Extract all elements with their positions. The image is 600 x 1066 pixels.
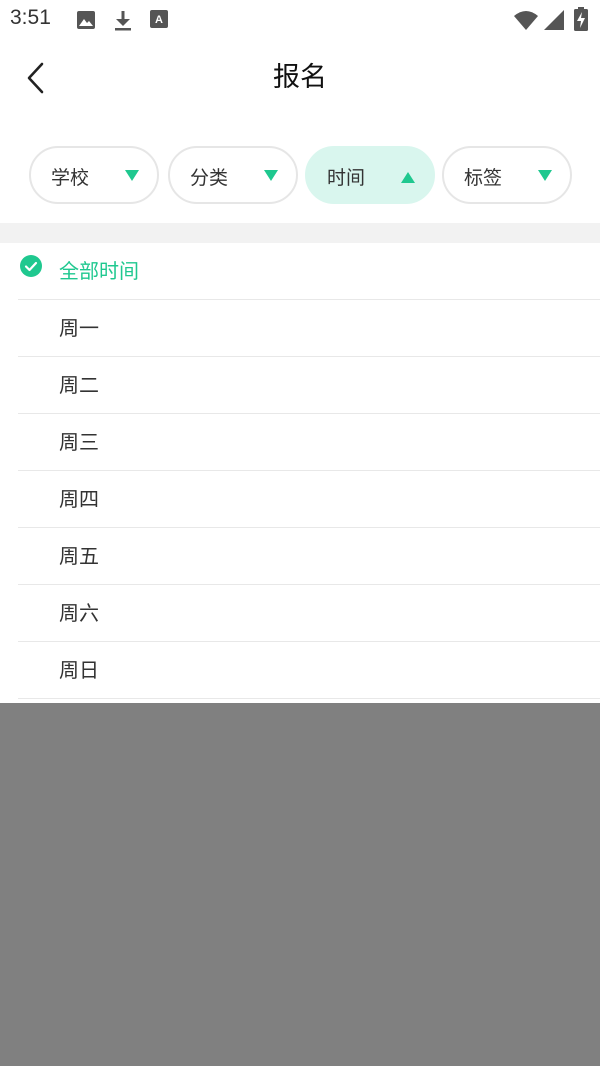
option-saturday[interactable]: 周六 bbox=[18, 585, 600, 642]
option-label: 周日 bbox=[59, 658, 99, 682]
option-tuesday[interactable]: 周二 bbox=[18, 357, 600, 414]
svg-text:A: A bbox=[155, 14, 163, 26]
filter-label: 学校 bbox=[51, 167, 90, 189]
download-icon bbox=[113, 10, 133, 36]
option-thursday[interactable]: 周四 bbox=[18, 471, 600, 528]
option-monday[interactable]: 周一 bbox=[18, 300, 600, 357]
header: 报名 bbox=[0, 40, 600, 118]
wifi-icon bbox=[513, 9, 539, 35]
option-label: 周五 bbox=[59, 544, 99, 568]
time-options-list: 全部时间 周一 周二 周三 周四 周五 周六 周日 bbox=[0, 243, 600, 699]
filter-category[interactable]: 分类 bbox=[168, 146, 298, 204]
page-title: 报名 bbox=[273, 62, 327, 93]
battery-charging-icon bbox=[574, 7, 588, 35]
option-sunday[interactable]: 周日 bbox=[18, 642, 600, 699]
option-label: 周六 bbox=[59, 601, 99, 625]
status-bar: 3:51 A bbox=[0, 0, 600, 40]
option-label: 全部时间 bbox=[59, 259, 139, 283]
check-circle-icon bbox=[20, 255, 42, 277]
option-wednesday[interactable]: 周三 bbox=[18, 414, 600, 471]
option-label: 周一 bbox=[59, 316, 99, 340]
option-all-time[interactable]: 全部时间 bbox=[18, 243, 600, 300]
option-friday[interactable]: 周五 bbox=[18, 528, 600, 585]
option-label: 周二 bbox=[59, 373, 99, 397]
filter-label: 时间 bbox=[327, 167, 366, 189]
triangle-up-icon bbox=[401, 172, 415, 183]
dim-overlay[interactable] bbox=[0, 703, 600, 1066]
filter-tag[interactable]: 标签 bbox=[442, 146, 572, 204]
triangle-down-icon bbox=[264, 170, 278, 181]
filter-school[interactable]: 学校 bbox=[29, 146, 159, 204]
option-label: 周四 bbox=[59, 487, 99, 511]
filter-label: 分类 bbox=[190, 167, 229, 189]
image-icon bbox=[76, 10, 96, 34]
filter-bar: 学校 分类 时间 标签 bbox=[0, 144, 600, 208]
triangle-down-icon bbox=[538, 170, 552, 181]
filter-label: 标签 bbox=[464, 167, 503, 189]
option-label: 周三 bbox=[59, 430, 99, 454]
status-time: 3:51 bbox=[10, 6, 51, 29]
divider-band bbox=[0, 223, 600, 243]
font-icon: A bbox=[150, 10, 168, 32]
cellular-icon bbox=[543, 9, 565, 35]
filter-time[interactable]: 时间 bbox=[305, 146, 435, 204]
triangle-down-icon bbox=[125, 170, 139, 181]
